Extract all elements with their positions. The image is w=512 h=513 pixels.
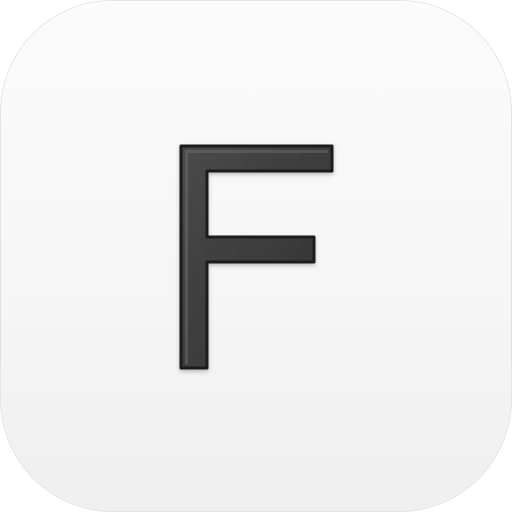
app-icon-tile[interactable]: F (1, 1, 511, 511)
letter-f-icon (179, 144, 334, 370)
app-icon-letter: F (1, 1, 512, 513)
